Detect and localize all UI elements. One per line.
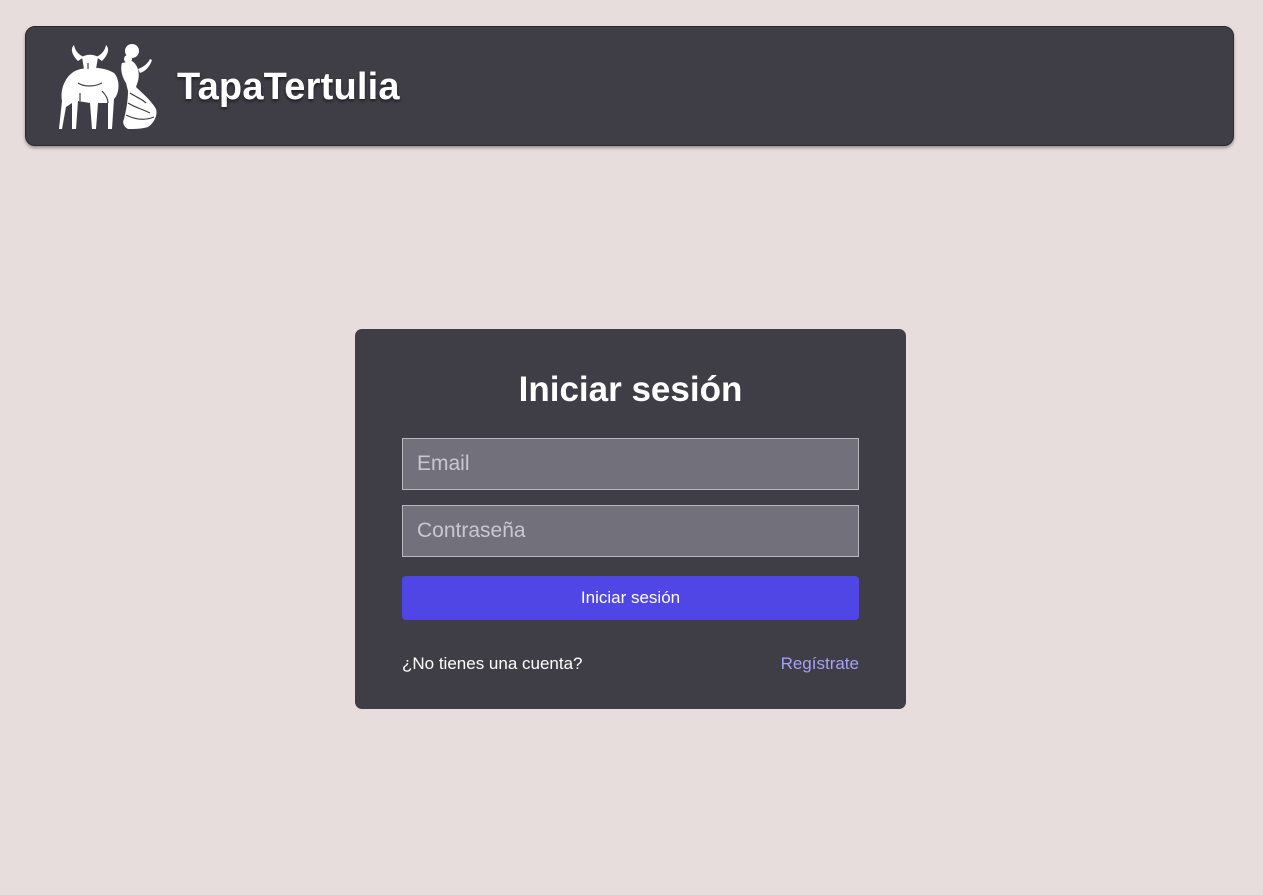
login-title: Iniciar sesión [518, 370, 743, 409]
top-bar: TapaTertulia [25, 26, 1234, 146]
bull-and-flamenco-dancer-logo [59, 44, 157, 129]
login-card: Iniciar sesión Iniciar sesión ¿No tienes… [355, 329, 906, 709]
register-prompt: ¿No tienes una cuenta? Regístrate [402, 653, 859, 675]
brand-name[interactable]: TapaTertulia [177, 65, 400, 109]
register-link[interactable]: Regístrate [781, 653, 859, 675]
email-input[interactable] [402, 438, 859, 490]
no-account-text: ¿No tienes una cuenta? [402, 654, 583, 673]
login-button[interactable]: Iniciar sesión [402, 576, 859, 620]
password-input[interactable] [402, 505, 859, 557]
